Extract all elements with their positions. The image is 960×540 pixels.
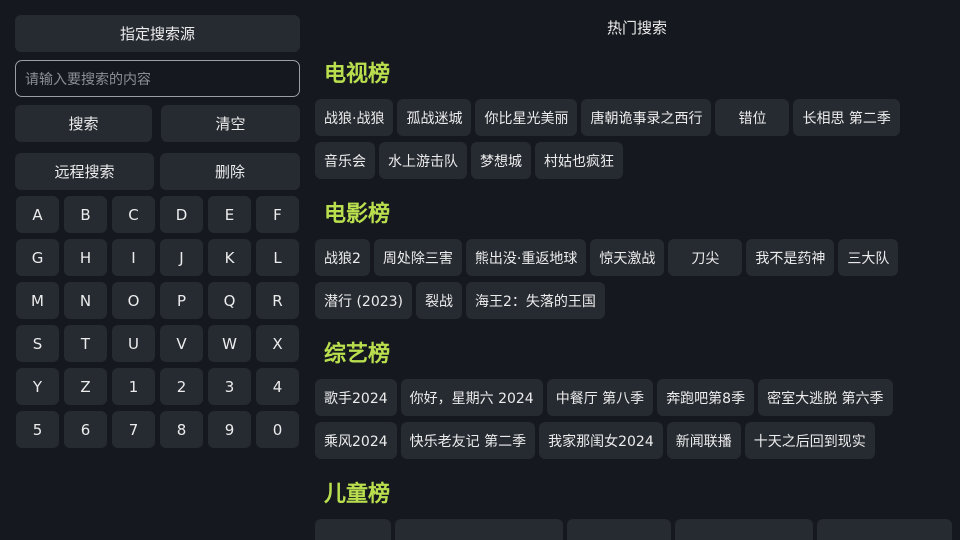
hot-tag[interactable]: 音乐会 [315, 142, 375, 179]
hot-tag[interactable]: 战狼·战狼 [315, 99, 394, 136]
section-title-kids: 儿童榜 [324, 482, 391, 507]
key-w[interactable]: W [208, 325, 251, 362]
delete-button[interactable]: 删除 [160, 153, 300, 190]
key-0[interactable]: 0 [256, 411, 299, 448]
hot-tag[interactable]: 中餐厅 第八季 [546, 379, 654, 416]
hot-tag[interactable]: 水上游击队 [379, 142, 467, 179]
kids-tag[interactable] [315, 519, 391, 540]
hot-tag[interactable]: 歌手2024 [315, 379, 397, 416]
key-3[interactable]: 3 [208, 368, 251, 405]
section-title-variety: 综艺榜 [324, 342, 391, 367]
hot-tag[interactable]: 我不是药神 [746, 239, 835, 276]
movie-tag-list: 战狼2 周处除三害 熊出没·重返地球 惊天激战 刀尖 我不是药神 三大队潜行 (2023) 裂… [315, 239, 960, 319]
hot-tag[interactable]: 战狼2 [315, 239, 370, 276]
key-g[interactable]: G [16, 239, 59, 276]
key-j[interactable]: J [160, 239, 203, 276]
hot-tag[interactable]: 潜行 (2023) [315, 282, 413, 319]
search-input-placeholder: 请输入要搜索的内容 [25, 71, 151, 88]
key-6[interactable]: 6 [64, 411, 107, 448]
hot-tag[interactable]: 乘风2024 [315, 422, 397, 459]
key-b[interactable]: B [64, 196, 107, 233]
hot-tag[interactable]: 刀尖 [668, 239, 743, 276]
hot-tag[interactable]: 孤战迷城 [397, 99, 472, 136]
hot-tag[interactable]: 唐朝诡事录之西行 [581, 99, 712, 136]
key-u[interactable]: U [112, 325, 155, 362]
hot-tag[interactable]: 梦想城 [471, 142, 531, 179]
tv-tag-list: 战狼·战狼 孤战迷城 你比星光美丽 唐朝诡事录之西行 错位 长相思 第二季音乐会 水上游击队… [315, 99, 960, 179]
kids-tag[interactable] [567, 519, 671, 540]
hot-tag[interactable]: 你比星光美丽 [475, 99, 578, 136]
key-o[interactable]: O [112, 282, 155, 319]
key-r[interactable]: R [256, 282, 299, 319]
key-1[interactable]: 1 [112, 368, 155, 405]
key-c[interactable]: C [112, 196, 155, 233]
key-7[interactable]: 7 [112, 411, 155, 448]
key-n[interactable]: N [64, 282, 107, 319]
key-y[interactable]: Y [16, 368, 59, 405]
key-v[interactable]: V [160, 325, 203, 362]
kids-tag-list-clipped [315, 519, 960, 540]
key-l[interactable]: L [256, 239, 299, 276]
hot-tag[interactable]: 长相思 第二季 [793, 99, 900, 136]
key-8[interactable]: 8 [160, 411, 203, 448]
key-p[interactable]: P [160, 282, 203, 319]
hot-tag[interactable]: 村姑也疯狂 [535, 142, 623, 179]
key-e[interactable]: E [208, 196, 251, 233]
kids-tag[interactable] [395, 519, 563, 540]
hot-tag[interactable]: 熊出没·重返地球 [465, 239, 587, 276]
search-input[interactable]: 请输入要搜索的内容 [15, 60, 300, 97]
search-button[interactable]: 搜索 [15, 105, 152, 142]
key-q[interactable]: Q [208, 282, 251, 319]
key-9[interactable]: 9 [208, 411, 251, 448]
key-t[interactable]: T [64, 325, 107, 362]
section-title-tv: 电视榜 [324, 62, 391, 87]
key-i[interactable]: I [112, 239, 155, 276]
key-x[interactable]: X [256, 325, 299, 362]
hot-tag[interactable]: 密室大逃脱 第六季 [758, 379, 893, 416]
hot-tag[interactable]: 裂战 [416, 282, 463, 319]
key-2[interactable]: 2 [160, 368, 203, 405]
key-4[interactable]: 4 [256, 368, 299, 405]
hot-tag[interactable]: 你好，星期六 2024 [400, 379, 543, 416]
key-m[interactable]: M [16, 282, 59, 319]
hot-tag[interactable]: 错位 [715, 99, 790, 136]
kids-tag[interactable] [675, 519, 813, 540]
key-k[interactable]: K [208, 239, 251, 276]
key-d[interactable]: D [160, 196, 203, 233]
hot-tag[interactable]: 新闻联播 [666, 422, 741, 459]
hot-tag[interactable]: 奔跑吧第8季 [657, 379, 755, 416]
hot-search-title: 热门搜索 [606, 19, 667, 37]
hot-tag[interactable]: 惊天激战 [590, 239, 665, 276]
clear-button[interactable]: 清空 [161, 105, 300, 142]
hot-tag[interactable]: 我家那闺女2024 [539, 422, 663, 459]
hot-tag[interactable]: 周处除三害 [373, 239, 462, 276]
hot-tag[interactable]: 海王2：失落的王国 [466, 282, 605, 319]
key-s[interactable]: S [16, 325, 59, 362]
key-h[interactable]: H [64, 239, 107, 276]
kids-tag[interactable] [817, 519, 952, 540]
hot-tag[interactable]: 快乐老友记 第二季 [400, 422, 536, 459]
remote-search-button[interactable]: 远程搜索 [15, 153, 154, 190]
key-z[interactable]: Z [64, 368, 107, 405]
variety-tag-list: 歌手2024 你好，星期六 2024 中餐厅 第八季 奔跑吧第8季 密室大逃脱 第六季乘… [315, 379, 960, 459]
section-title-movie: 电影榜 [324, 202, 391, 227]
search-source-button[interactable]: 指定搜索源 [15, 15, 300, 52]
hot-tag[interactable]: 三大队 [838, 239, 899, 276]
key-a[interactable]: A [16, 196, 59, 233]
key-5[interactable]: 5 [16, 411, 59, 448]
hot-tag[interactable]: 十天之后回到现实 [744, 422, 875, 459]
key-f[interactable]: F [256, 196, 299, 233]
